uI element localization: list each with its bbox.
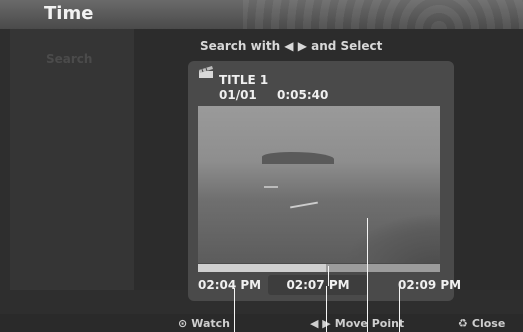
pointer-line [367,218,368,332]
watch-hint[interactable]: ⊙ Watch [178,317,230,330]
clapperboard-icon [199,66,213,78]
move-point-label: Move Point [334,317,405,330]
instruction-text: Search with ◀ ▶ and Select [200,39,383,53]
close-label: Close [471,317,506,330]
progress-fill [198,264,327,272]
preview-island [262,152,334,164]
title-duration: 0:05:40 [276,88,329,102]
watch-label: Watch [191,317,230,330]
title-name: TITLE 1 [219,73,269,87]
time-left: 02:04 PM [198,278,262,292]
window-title: Time [44,3,94,24]
return-icon: ♻ [458,317,468,330]
pointer-line [326,286,327,332]
video-preview [198,106,440,263]
title-bar-pattern [243,0,523,29]
preview-boat [264,186,278,188]
title-index: 01/01 [219,88,257,102]
preview-shore [340,213,440,263]
sidebar: Search [10,29,134,290]
watch-icon: ⊙ [178,317,188,330]
time-right: 02:09 PM [398,278,462,292]
footer-bar: ⊙ Watch ◀ ▶ Move Point ♻ Close [0,314,523,332]
pointer-line [234,288,235,332]
move-point-hint[interactable]: ◀ ▶ Move Point [310,317,404,330]
sidebar-item-search[interactable]: Search [46,52,92,66]
close-hint[interactable]: ♻ Close [458,317,505,330]
progress-bar[interactable] [198,264,440,272]
title-info: 01/01 0:05:40 [219,88,328,102]
arrows-icon: ◀ ▶ [310,317,331,330]
pointer-line [328,266,329,286]
preview-boat-wake [290,201,318,209]
pointer-line [399,286,400,332]
title-bar: Time [0,0,523,29]
time-middle-selected[interactable]: 02:07 PM [268,275,368,295]
